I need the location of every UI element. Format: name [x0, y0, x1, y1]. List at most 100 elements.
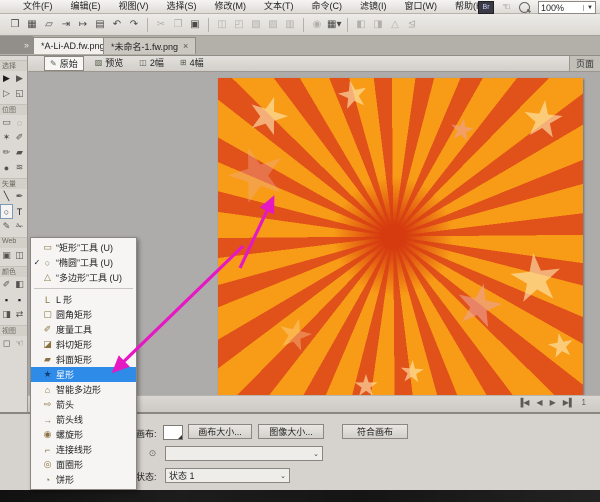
view-mode-button[interactable]: ▨ 预览: [90, 56, 129, 69]
hand-tool[interactable]: ☜: [13, 336, 26, 351]
view-mode-button[interactable]: ✎ 原始: [44, 56, 84, 71]
new-document-icon[interactable]: ❒: [8, 19, 22, 30]
image-size-button[interactable]: 图像大小...: [258, 424, 324, 439]
toolbox-section-矢量[interactable]: 矢量: [0, 178, 27, 189]
canvas-color-swatch[interactable]: [163, 425, 183, 440]
view-mode-button[interactable]: ⊞ 4幅: [175, 56, 209, 69]
first-frame-button[interactable]: ▐◀: [518, 398, 530, 407]
menu-item[interactable]: 修改(M): [206, 0, 256, 13]
zoom-level-select[interactable]: 100% ▼: [538, 1, 596, 14]
line-tool[interactable]: ╲: [0, 189, 13, 204]
menu-item-l-shape[interactable]: L L 形: [31, 292, 136, 307]
pointer-tool[interactable]: ▶: [0, 71, 13, 86]
trace-icon[interactable]: ◉: [310, 19, 324, 30]
send-back-icon[interactable]: ▨: [266, 19, 280, 30]
menu-item-pie[interactable]: ◔ 饼形: [31, 472, 136, 487]
save-icon[interactable]: ▦: [25, 19, 39, 30]
redo-icon[interactable]: ↷: [127, 19, 141, 30]
hotspot-tool[interactable]: ▣: [0, 248, 13, 263]
canvas-size-button[interactable]: 画布大小...: [188, 424, 252, 439]
export-icon[interactable]: ↦: [76, 19, 90, 30]
previous-frame-button[interactable]: ◀: [536, 398, 542, 407]
open-folder-icon[interactable]: ▱: [42, 19, 56, 30]
menu-item-rounded-rectangle[interactable]: ▢ 圆角矩形: [31, 307, 136, 322]
menu-item-arrow-line[interactable]: → 箭头线: [31, 412, 136, 427]
fill-color-well[interactable]: ▪: [13, 292, 26, 307]
close-icon[interactable]: ×: [183, 41, 188, 51]
import-icon[interactable]: ⇥: [59, 19, 73, 30]
undo-icon[interactable]: ↶: [110, 19, 124, 30]
toolbox-section-视图[interactable]: 视图: [0, 325, 27, 336]
document-tab[interactable]: *未命名-1.fw.png ×: [103, 37, 196, 54]
menu-item[interactable]: 文件(F): [14, 0, 62, 13]
pen-tool[interactable]: ✒: [13, 189, 26, 204]
menu-item[interactable]: 编辑(E): [62, 0, 110, 13]
screen-mode-button[interactable]: ◻: [0, 336, 13, 351]
menu-item-connector-line[interactable]: ⌐ 连接线形: [31, 442, 136, 457]
toolbox-section-位图[interactable]: 位图: [0, 104, 27, 115]
menu-item[interactable]: 选择(S): [158, 0, 206, 13]
group-icon[interactable]: ◫: [215, 19, 229, 30]
align-left-icon[interactable]: ◧: [354, 19, 368, 30]
freeform-tool[interactable]: ✎: [0, 219, 13, 234]
lasso-tool[interactable]: ◌: [13, 115, 26, 130]
toolbox-section-Web[interactable]: Web: [0, 237, 27, 248]
arrange-icon[interactable]: ▥: [283, 19, 297, 30]
ungroup-icon[interactable]: ◰: [232, 19, 246, 30]
menu-item[interactable]: 文本(T): [255, 0, 303, 13]
print-icon[interactable]: ▤: [93, 19, 107, 30]
menu-item-chamfer-rectangle[interactable]: ◪ 斜切矩形: [31, 337, 136, 352]
scale-icon[interactable]: △: [388, 19, 402, 30]
blur-tool[interactable]: ●: [0, 160, 13, 175]
paste-icon[interactable]: ▣: [188, 19, 202, 30]
menu-item-beveled-rectangle[interactable]: ▰ 斜面矩形: [31, 352, 136, 367]
menu-item-doughnut[interactable]: ◎ 面圈形: [31, 457, 136, 472]
rubber-stamp-tool[interactable]: ≋: [13, 160, 26, 175]
align-right-icon[interactable]: ◨: [371, 19, 385, 30]
marquee-tool[interactable]: ▭: [0, 115, 13, 130]
eyedropper-tool[interactable]: ✐: [0, 277, 13, 292]
bring-front-icon[interactable]: ▧: [249, 19, 263, 30]
magic-wand-tool[interactable]: ✶: [0, 130, 13, 145]
skew-icon[interactable]: ⊴: [405, 19, 419, 30]
view-mode-button[interactable]: ◫ 2幅: [134, 56, 169, 69]
menu-item[interactable]: 滤镜(I): [351, 0, 396, 13]
canvas-document[interactable]: [218, 78, 583, 395]
hand-icon[interactable]: ☜: [502, 2, 511, 13]
menu-item-rectangle-tool[interactable]: ▭ “矩形”工具 (U): [31, 240, 136, 255]
menu-item-ellipse-tool[interactable]: ✓ ○ “椭圆”工具 (U): [31, 255, 136, 270]
knife-tool[interactable]: ✁: [13, 219, 26, 234]
menu-item-star[interactable]: ★ 星形: [31, 367, 136, 382]
swap-colors-button[interactable]: ⇄: [13, 307, 26, 322]
stroke-color-well[interactable]: ▪: [0, 292, 13, 307]
text-tool[interactable]: T: [13, 204, 26, 219]
crop-tool[interactable]: ◱: [13, 86, 26, 101]
next-frame-button[interactable]: ▶: [550, 398, 556, 407]
menu-item[interactable]: 命令(C): [303, 0, 352, 13]
brush-tool[interactable]: ✐: [13, 130, 26, 145]
ellipse-tool[interactable]: ○: [0, 204, 13, 219]
cut-icon[interactable]: ✂: [154, 19, 168, 30]
pages-panel-tab[interactable]: 页面: [569, 55, 600, 71]
subselection-tool[interactable]: ▷: [0, 86, 13, 101]
menu-item-arrow[interactable]: ⇨ 箭头: [31, 397, 136, 412]
slice-tool[interactable]: ◫: [13, 248, 26, 263]
bridge-icon[interactable]: Br: [478, 1, 494, 14]
pencil-tool[interactable]: ✏: [0, 145, 13, 160]
menu-item[interactable]: 视图(V): [110, 0, 158, 13]
export-defaults-select[interactable]: ⌄: [165, 446, 323, 461]
toolbox-section-选择[interactable]: 选择: [0, 60, 27, 71]
menu-item[interactable]: 窗口(W): [396, 0, 447, 13]
toolbox-section-颜色[interactable]: 颜色: [0, 266, 27, 277]
menu-item-polygon-tool[interactable]: △ “多边形”工具 (U): [31, 270, 136, 285]
zoom-magnifier-icon[interactable]: [519, 2, 530, 13]
paint-bucket-tool[interactable]: ◧: [13, 277, 26, 292]
state-select[interactable]: 状态 1 ⌄: [165, 468, 290, 483]
copy-icon[interactable]: ❐: [171, 19, 185, 30]
select-behind-tool[interactable]: ▶: [13, 71, 26, 86]
tab-overflow-chevron[interactable]: »: [0, 36, 33, 54]
export-preview-icon[interactable]: ▦▾: [327, 19, 341, 30]
last-frame-button[interactable]: ▶▌: [563, 398, 575, 407]
eraser-tool[interactable]: ▰: [13, 145, 26, 160]
default-colors-button[interactable]: ◨: [0, 307, 13, 322]
